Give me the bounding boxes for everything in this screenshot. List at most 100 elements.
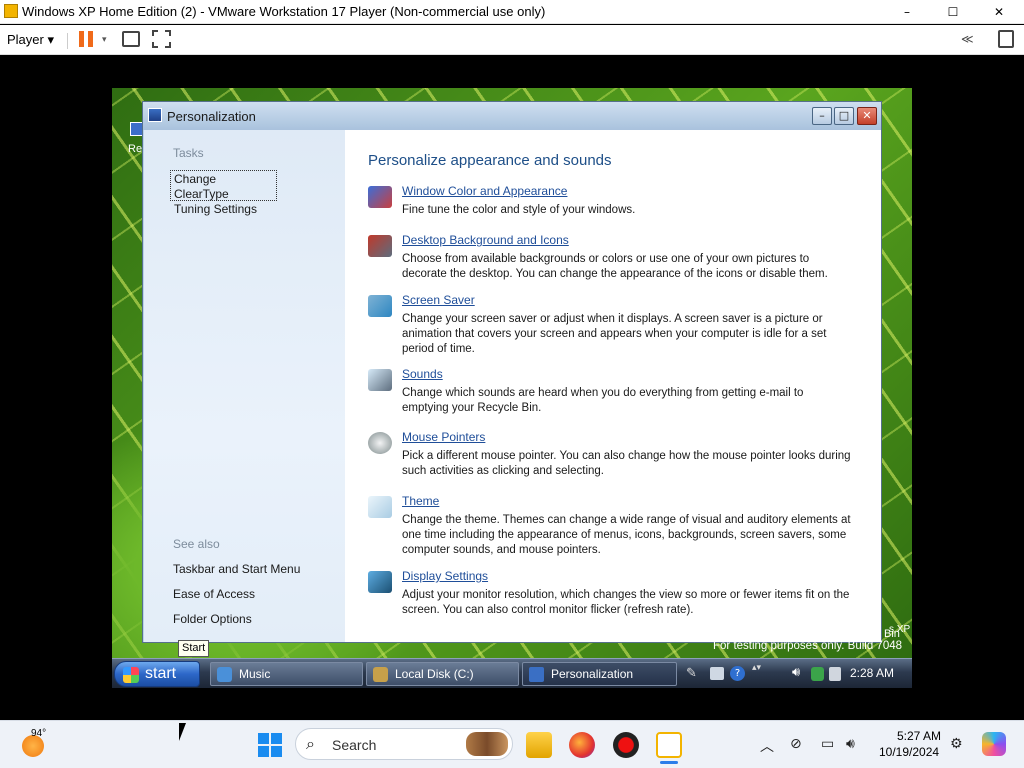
theme-link[interactable]: Theme: [402, 494, 439, 508]
pen-icon[interactable]: ✎: [686, 666, 697, 681]
chevron-up-icon[interactable]: ▴▾: [752, 663, 761, 673]
guest-taskbar: start Music Local Disk (C:) Personalizat…: [112, 658, 912, 688]
taskbar-button-local-disk[interactable]: Local Disk (C:): [366, 662, 519, 686]
start-tooltip: Start: [178, 640, 209, 657]
taskbar-button-label: Personalization: [551, 667, 634, 681]
theme-description: Change the theme. Themes can change a wi…: [402, 514, 851, 556]
desktop-icon-label: Re: [128, 143, 143, 155]
player-menu-label: Player: [7, 32, 44, 47]
screen-saver-description: Change your screen saver or adjust when …: [402, 313, 827, 355]
vmware-toolbar: Player ▾ ▾ ≪: [0, 25, 1024, 55]
network-icon[interactable]: ⊘: [790, 736, 802, 752]
weather-temperature: 94°: [31, 728, 47, 739]
sounds-icon: [368, 369, 392, 391]
display-icon[interactable]: ▭: [821, 736, 834, 752]
personalization-window: Personalization – □ ✕ Tasks Change Clear…: [142, 101, 882, 643]
cleartype-link-line2: Tuning Settings: [174, 202, 257, 216]
sounds-link[interactable]: Sounds: [402, 367, 443, 381]
cleartype-link-line1: Change ClearType: [174, 172, 229, 201]
mouse-cursor-icon: [179, 723, 186, 741]
taskbar-button-label: Music: [239, 667, 271, 681]
taskbar-start-menu-link[interactable]: Taskbar and Start Menu: [173, 562, 300, 577]
mouse-pointers-description: Pick a different mouse pointer. You can …: [402, 450, 851, 477]
search-highlight-image: [466, 732, 508, 756]
guest-clock[interactable]: 2:28 AM: [850, 666, 894, 680]
tasks-heading: Tasks: [173, 146, 204, 160]
toolbar-divider: [67, 33, 68, 49]
personalization-icon: [529, 667, 544, 682]
volume-icon[interactable]: 🔊︎: [792, 665, 800, 680]
folder-icon: [373, 667, 388, 682]
folder-options-link[interactable]: Folder Options: [173, 612, 252, 627]
build-watermark: For testing purposes only. Build 7048: [713, 640, 903, 652]
window-minimize-button[interactable]: –: [812, 107, 832, 125]
watermark-bin: Bin: [884, 628, 900, 640]
unity-icon[interactable]: ≪: [961, 32, 974, 46]
fit-guest-icon[interactable]: [152, 30, 171, 48]
player-menu[interactable]: Player ▾: [7, 32, 54, 48]
copilot-icon[interactable]: [982, 732, 1006, 756]
personalization-content: Personalize appearance and sounds Window…: [345, 130, 881, 642]
host-clock-date[interactable]: 10/19/2024: [879, 745, 939, 759]
vmware-window-title: Windows XP Home Edition (2) - VMware Wor…: [22, 4, 546, 19]
window-maximize-button[interactable]: □: [834, 107, 854, 125]
firefox-icon[interactable]: [569, 732, 595, 758]
search-placeholder: Search: [332, 737, 377, 753]
taskbar-button-label: Local Disk (C:): [395, 667, 474, 681]
display-settings-link[interactable]: Display Settings: [402, 569, 488, 583]
pause-icon[interactable]: [79, 31, 93, 47]
vmware-player-icon[interactable]: [656, 732, 682, 758]
window-color-description: Fine tune the color and style of your wi…: [402, 204, 636, 216]
screen-saver-icon: [368, 295, 392, 317]
notifications-icon[interactable]: ⚙: [950, 736, 963, 752]
mouse-pointers-link[interactable]: Mouse Pointers: [402, 430, 485, 444]
taskbar-search-box[interactable]: ⌕ Search: [295, 728, 513, 760]
start-button[interactable]: start: [114, 661, 200, 687]
window-close-button[interactable]: ✕: [857, 107, 877, 125]
close-button[interactable]: ✕: [976, 0, 1022, 24]
vmware-title-bar: Windows XP Home Edition (2) - VMware Wor…: [0, 0, 1024, 24]
windows-flag-icon: [123, 667, 139, 683]
search-icon: ⌕: [306, 734, 315, 753]
chevron-down-icon: ▾: [47, 32, 55, 47]
network-icon[interactable]: [829, 667, 841, 681]
desktop-background-description: Choose from available backgrounds or col…: [402, 253, 828, 280]
host-clock-time[interactable]: 5:27 AM: [897, 729, 941, 743]
window-title: Personalization: [167, 109, 256, 124]
desktop-background-link[interactable]: Desktop Background and Icons: [402, 233, 569, 247]
window-title-bar[interactable]: Personalization – □ ✕: [143, 102, 881, 130]
chevron-up-icon[interactable]: ︿: [760, 736, 774, 756]
start-label: start: [145, 665, 177, 682]
ease-of-access-link[interactable]: Ease of Access: [173, 587, 255, 602]
tray-app-icon[interactable]: [710, 667, 724, 680]
library-icon[interactable]: [998, 30, 1014, 48]
personalization-icon: [148, 108, 162, 122]
minimize-button[interactable]: –: [884, 0, 930, 24]
volume-icon[interactable]: 🔊︎: [846, 736, 855, 752]
theme-icon: [368, 496, 392, 518]
see-also-heading: See also: [173, 537, 220, 551]
send-ctrl-alt-del-icon[interactable]: [122, 31, 140, 47]
page-title: Personalize appearance and sounds: [368, 152, 612, 169]
taskbar-button-personalization[interactable]: Personalization: [522, 662, 677, 686]
maximize-button[interactable]: ☐: [930, 0, 976, 24]
display-settings-description: Adjust your monitor resolution, which ch…: [402, 589, 850, 616]
vmware-app-icon: [4, 4, 18, 18]
screen-saver-link[interactable]: Screen Saver: [402, 293, 475, 307]
file-explorer-icon[interactable]: [526, 732, 552, 758]
music-folder-icon: [217, 667, 232, 682]
cleartype-tuning-link[interactable]: Change ClearType Tuning Settings: [170, 170, 277, 216]
chevron-down-icon[interactable]: ▾: [102, 35, 107, 45]
record-icon[interactable]: [613, 732, 639, 758]
sounds-description: Change which sounds are heard when you d…: [402, 387, 804, 414]
help-icon[interactable]: ?: [730, 666, 745, 681]
active-app-indicator: [660, 761, 678, 764]
window-color-link[interactable]: Window Color and Appearance: [402, 184, 567, 198]
window-color-icon: [368, 186, 392, 208]
taskbar-button-music[interactable]: Music: [210, 662, 363, 686]
desktop-background-icon: [368, 235, 392, 257]
display-settings-icon: [368, 571, 392, 593]
windows-start-icon[interactable]: [258, 733, 282, 757]
mouse-pointers-icon: [368, 432, 392, 454]
security-shield-icon[interactable]: [811, 667, 824, 681]
